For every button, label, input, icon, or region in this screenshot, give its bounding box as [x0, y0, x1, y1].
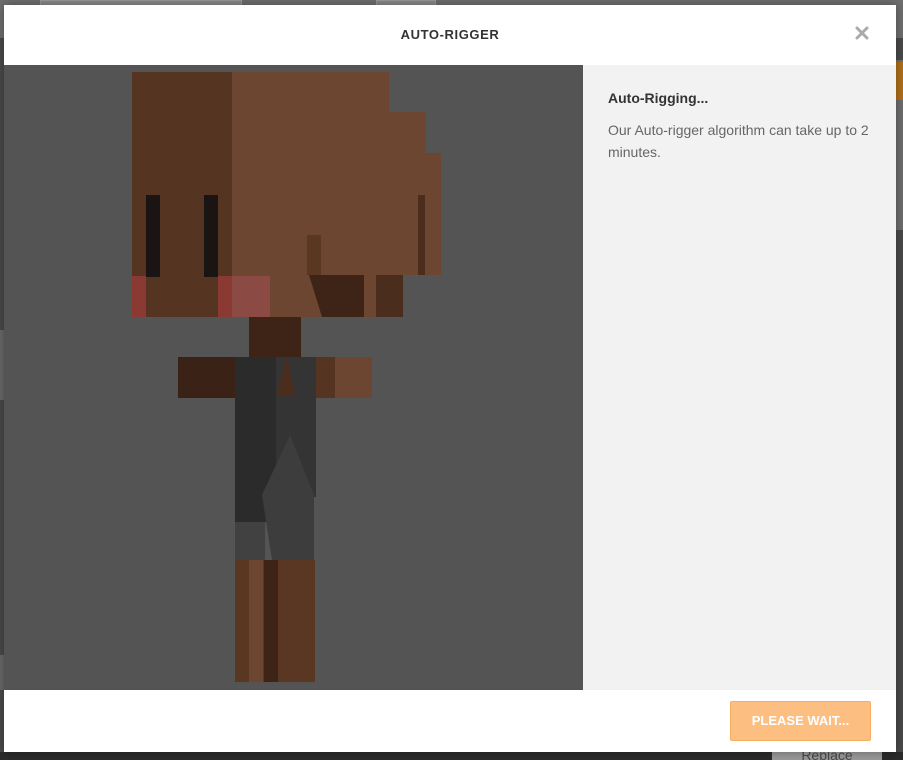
- dialog-footer: PLEASE WAIT...: [4, 690, 896, 752]
- please-wait-button[interactable]: PLEASE WAIT...: [730, 701, 871, 741]
- status-panel: Auto-Rigging... Our Auto-rigger algorith…: [583, 65, 896, 690]
- status-heading: Auto-Rigging...: [608, 90, 709, 106]
- close-icon[interactable]: [854, 25, 870, 41]
- background-bottom-bar: [0, 752, 903, 760]
- dialog-title: AUTO-RIGGER: [400, 27, 500, 42]
- background-accent-button: [896, 62, 903, 100]
- dialog-header: AUTO-RIGGER: [4, 5, 896, 65]
- model-preview[interactable]: [4, 65, 583, 690]
- auto-rigger-dialog: AUTO-RIGGER Auto-Rigging... Our Auto-rig…: [4, 5, 896, 752]
- character-model-image: [132, 72, 441, 682]
- status-description: Our Auto-rigger algorithm can take up to…: [608, 122, 869, 160]
